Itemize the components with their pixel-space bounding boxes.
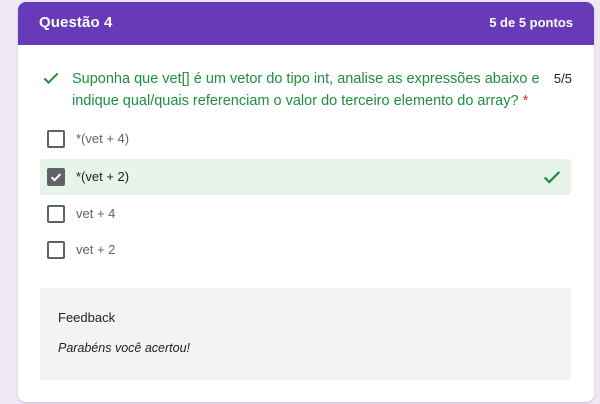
option-3[interactable]: vet + 4 xyxy=(40,196,571,232)
feedback-title: Feedback xyxy=(58,310,116,325)
option-label: vet + 2 xyxy=(76,242,116,257)
feedback-panel: Feedback Parabéns você acertou! xyxy=(40,288,571,380)
option-label: *(vet + 2) xyxy=(76,169,130,184)
feedback-text: Parabéns você acertou! xyxy=(58,341,191,355)
required-asterisk: * xyxy=(522,93,529,109)
question-card: Questão 4 5 de 5 pontos Suponha que vet[… xyxy=(18,2,594,402)
checkbox-checked[interactable] xyxy=(47,168,65,186)
checkbox[interactable] xyxy=(47,241,65,259)
question-text: Suponha que vet[] é um vetor do tipo int… xyxy=(72,68,550,112)
checkbox[interactable] xyxy=(47,205,65,223)
check-icon xyxy=(41,68,61,88)
question-points: 5/5 xyxy=(553,71,572,86)
option-1[interactable]: *(vet + 4) xyxy=(40,121,571,157)
question-score: 5 de 5 pontos xyxy=(489,15,573,30)
correct-check-icon xyxy=(541,166,563,188)
option-label: vet + 4 xyxy=(76,206,116,221)
option-label: *(vet + 4) xyxy=(76,131,130,146)
checkbox[interactable] xyxy=(47,130,65,148)
question-header: Questão 4 5 de 5 pontos xyxy=(18,2,594,45)
option-2[interactable]: *(vet + 2) xyxy=(40,159,571,195)
option-4[interactable]: vet + 2 xyxy=(40,232,571,268)
question-text-body: Suponha que vet[] é um vetor do tipo int… xyxy=(72,71,540,109)
question-title: Questão 4 xyxy=(39,14,113,31)
